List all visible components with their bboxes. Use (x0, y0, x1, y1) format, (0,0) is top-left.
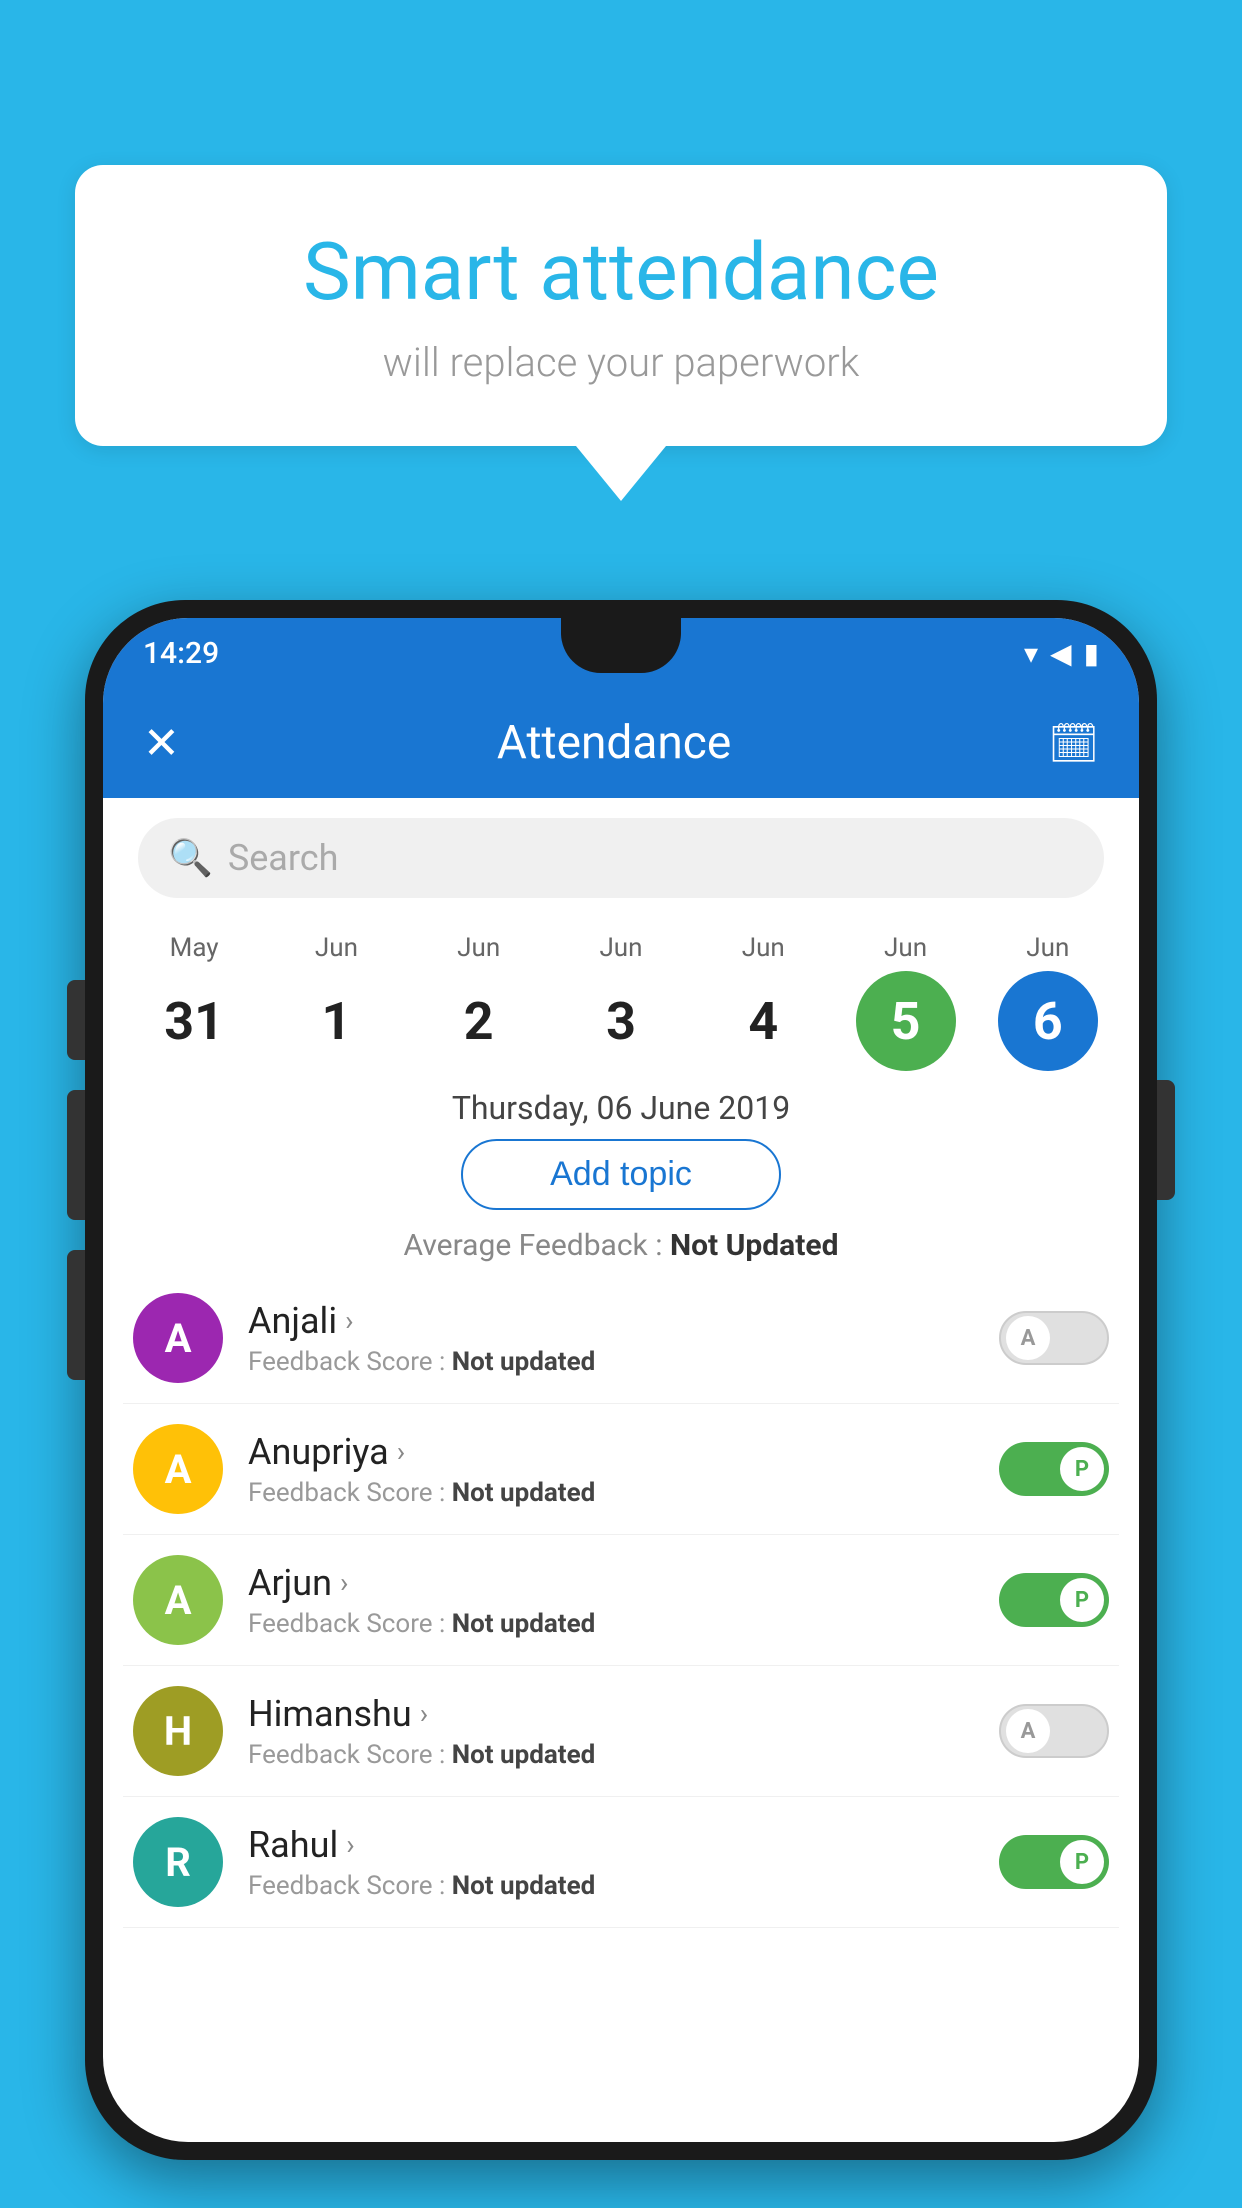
toggle-knob: P (1060, 1840, 1104, 1884)
cal-month: Jun (884, 933, 927, 963)
cal-month: Jun (742, 933, 785, 963)
attendance-toggle[interactable]: P (999, 1442, 1109, 1496)
student-score: Feedback Score : Not updated (248, 1609, 974, 1639)
attendance-toggle[interactable]: A (999, 1704, 1109, 1758)
power-button[interactable] (1157, 1080, 1175, 1200)
calendar-day-6[interactable]: Jun 6 (983, 933, 1113, 1071)
student-score: Feedback Score : Not updated (248, 1871, 974, 1901)
avatar: R (133, 1817, 223, 1907)
toggle-knob: A (1006, 1709, 1050, 1753)
cal-num: 2 (429, 971, 529, 1071)
student-name: Arjun › (248, 1562, 974, 1604)
speech-bubble-subtitle: will replace your paperwork (145, 339, 1097, 386)
average-feedback: Average Feedback : Not Updated (103, 1210, 1139, 1273)
signal-icon: ◀ (1050, 637, 1072, 670)
close-button[interactable]: ✕ (143, 717, 180, 769)
student-item-4[interactable]: R Rahul › Feedback Score : Not updated P (123, 1797, 1119, 1928)
calendar-day-4[interactable]: Jun 4 (698, 933, 828, 1071)
add-topic-button[interactable]: Add topic (461, 1139, 781, 1210)
phone-screen: 14:29 ▾ ◀ ▮ ✕ Attendance 🗓 🔍 Search May 3… (103, 618, 1139, 2142)
chevron-right-icon: › (345, 1304, 353, 1337)
cal-num: 4 (713, 971, 813, 1071)
calendar-day-5[interactable]: Jun 5 (841, 933, 971, 1071)
chevron-right-icon: › (397, 1435, 405, 1468)
status-time: 14:29 (143, 636, 219, 671)
toggle-knob: P (1060, 1447, 1104, 1491)
cal-num: 5 (856, 971, 956, 1071)
cal-month: May (170, 933, 219, 963)
student-item-1[interactable]: A Anupriya › Feedback Score : Not updated P (123, 1404, 1119, 1535)
student-item-0[interactable]: A Anjali › Feedback Score : Not updated A (123, 1273, 1119, 1404)
side-button-3[interactable] (67, 1250, 85, 1380)
avatar: A (133, 1424, 223, 1514)
student-name: Himanshu › (248, 1693, 974, 1735)
cal-month: Jun (457, 933, 500, 963)
avatar: A (133, 1555, 223, 1645)
avg-feedback-value: Not Updated (670, 1228, 839, 1263)
cal-num: 1 (286, 971, 386, 1071)
phone-frame: 14:29 ▾ ◀ ▮ ✕ Attendance 🗓 🔍 Search May 3… (85, 600, 1157, 2160)
app-bar-title: Attendance (180, 716, 1048, 770)
speech-bubble: Smart attendance will replace your paper… (75, 165, 1167, 446)
search-placeholder: Search (228, 837, 339, 879)
attendance-toggle[interactable]: A (999, 1311, 1109, 1365)
avatar: H (133, 1686, 223, 1776)
cal-num: 31 (144, 971, 244, 1071)
student-name: Rahul › (248, 1824, 974, 1866)
search-icon: 🔍 (168, 837, 213, 879)
speech-bubble-title: Smart attendance (145, 225, 1097, 319)
status-icons: ▾ ◀ ▮ (1024, 637, 1099, 670)
avatar: A (133, 1293, 223, 1383)
student-score: Feedback Score : Not updated (248, 1740, 974, 1770)
student-name: Anupriya › (248, 1431, 974, 1473)
cal-num: 6 (998, 971, 1098, 1071)
student-info: Anupriya › Feedback Score : Not updated (248, 1431, 974, 1508)
chevron-right-icon: › (420, 1697, 428, 1730)
speech-bubble-container: Smart attendance will replace your paper… (75, 165, 1167, 501)
student-name: Anjali › (248, 1300, 974, 1342)
toggle-knob: P (1060, 1578, 1104, 1622)
calendar-day-1[interactable]: Jun 1 (271, 933, 401, 1071)
calendar-day-0[interactable]: May 31 (129, 933, 259, 1071)
speech-bubble-tail (576, 446, 666, 501)
battery-icon: ▮ (1084, 637, 1099, 670)
cal-month: Jun (599, 933, 642, 963)
calendar-icon[interactable]: 🗓 (1048, 720, 1099, 767)
volume-up-button[interactable] (67, 980, 85, 1060)
toggle-knob: A (1006, 1316, 1050, 1360)
student-info: Rahul › Feedback Score : Not updated (248, 1824, 974, 1901)
phone-notch (561, 618, 681, 673)
attendance-toggle[interactable]: P (999, 1835, 1109, 1889)
student-item-3[interactable]: H Himanshu › Feedback Score : Not updated A (123, 1666, 1119, 1797)
student-score: Feedback Score : Not updated (248, 1478, 974, 1508)
search-bar[interactable]: 🔍 Search (138, 818, 1104, 898)
volume-down-button[interactable] (67, 1090, 85, 1220)
calendar-day-3[interactable]: Jun 3 (556, 933, 686, 1071)
cal-month: Jun (1026, 933, 1069, 963)
cal-num: 3 (571, 971, 671, 1071)
wifi-icon: ▾ (1024, 637, 1038, 670)
selected-date-label: Thursday, 06 June 2019 (103, 1071, 1139, 1139)
student-score: Feedback Score : Not updated (248, 1347, 974, 1377)
student-item-2[interactable]: A Arjun › Feedback Score : Not updated P (123, 1535, 1119, 1666)
calendar-day-2[interactable]: Jun 2 (414, 933, 544, 1071)
calendar-strip: May 31 Jun 1 Jun 2 Jun 3 Jun 4 Jun 5 Jun 6 (103, 918, 1139, 1071)
attendance-toggle[interactable]: P (999, 1573, 1109, 1627)
student-list: AAnjali ›Feedback Score : Not updatedAAA… (103, 1273, 1139, 1928)
avg-feedback-label: Average Feedback : (404, 1228, 663, 1263)
app-bar: ✕ Attendance 🗓 (103, 688, 1139, 798)
student-info: Arjun › Feedback Score : Not updated (248, 1562, 974, 1639)
student-info: Anjali › Feedback Score : Not updated (248, 1300, 974, 1377)
chevron-right-icon: › (346, 1828, 354, 1861)
chevron-right-icon: › (340, 1566, 348, 1599)
student-info: Himanshu › Feedback Score : Not updated (248, 1693, 974, 1770)
cal-month: Jun (315, 933, 358, 963)
